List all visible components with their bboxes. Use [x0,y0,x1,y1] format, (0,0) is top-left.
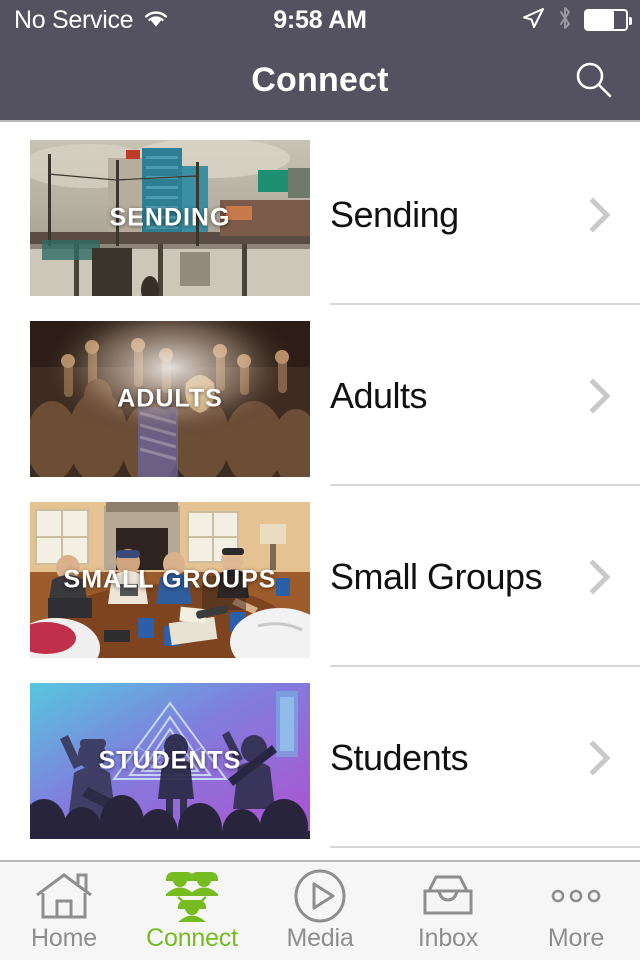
list-item-thumbnail: ADULTS [30,321,310,477]
ellipsis-icon [545,870,607,922]
page-title: Connect [251,60,389,99]
list-item-thumbnail: SENDING [30,140,310,296]
tab-home[interactable]: Home [0,862,128,960]
list-item-thumbnail: STUDENTS [30,683,310,839]
inbox-tray-icon [417,870,479,922]
tab-label: More [547,923,605,952]
status-bar: No Service 9:58 AM [0,0,640,40]
list-item[interactable]: STUDENTS Students [0,667,640,848]
tab-inbox[interactable]: Inbox [384,862,512,960]
status-bar-right [520,5,632,36]
list-item-label: Sending [330,193,459,235]
list-item-label: Adults [330,374,428,416]
chevron-right-icon [588,557,614,597]
thumbnail-caption: SMALL GROUPS [63,565,277,594]
chevron-right-icon [588,738,614,778]
navigation-bar: Connect [0,40,640,122]
tab-label: Home [31,923,97,952]
bluetooth-icon [557,5,573,36]
list-item-label: Small Groups [330,555,543,597]
chevron-right-icon [588,195,614,235]
location-arrow-icon [520,5,546,36]
play-circle-icon [293,869,347,922]
list-item[interactable]: SENDING Sending [0,124,640,305]
battery-icon [584,9,632,31]
tab-more[interactable]: More [512,862,640,960]
chevron-right-icon [588,376,614,416]
thumbnail-caption: STUDENTS [98,746,242,775]
search-icon[interactable] [570,56,618,104]
list-item[interactable]: ADULTS Adults [0,305,640,486]
people-group-icon [161,870,223,922]
tab-bar: Home Connect Media Inbox More [0,860,640,960]
app-screen: No Service 9:58 AM Connect SENDING Sendi… [0,0,640,960]
connect-list[interactable]: SENDING Sending ADULTS Adults SMALL GROU… [0,124,640,860]
thumbnail-caption: ADULTS [117,384,223,413]
tab-label: Connect [146,923,238,952]
list-item-label: Students [330,736,469,778]
home-icon [33,870,95,922]
tab-connect[interactable]: Connect [128,862,256,960]
thumbnail-caption: SENDING [109,203,231,232]
tab-label: Inbox [417,923,479,952]
tab-media[interactable]: Media [256,862,384,960]
list-item[interactable]: SMALL GROUPS Small Groups [0,486,640,667]
tab-label: Media [286,923,354,952]
row-separator [330,846,640,848]
list-item-thumbnail: SMALL GROUPS [30,502,310,658]
